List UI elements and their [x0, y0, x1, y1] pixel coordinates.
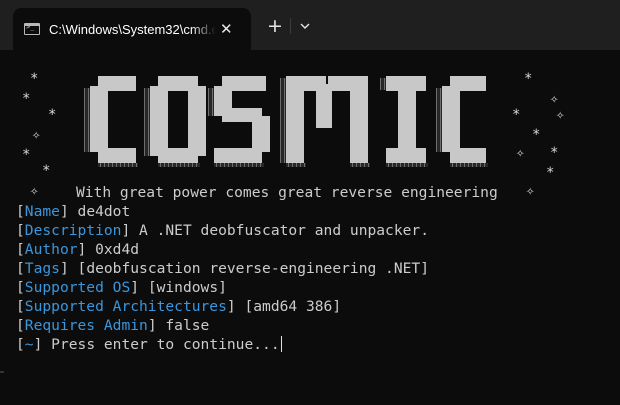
star-icon: * — [550, 145, 559, 161]
info-value: [windows] — [139, 279, 227, 296]
info-line-author: [Author] 0xd4d — [16, 241, 140, 258]
sparkle-icon: ✧ — [32, 127, 41, 143]
star-icon: * — [532, 127, 541, 143]
star-icon: * — [22, 147, 31, 163]
info-value: de4dot — [68, 203, 131, 220]
info-value: A .NET deobfuscator and unpacker. — [130, 222, 429, 239]
star-icon: * — [22, 91, 31, 107]
info-line-architectures: [Supported Architectures] [amd64 386] — [16, 298, 342, 315]
continue-prompt[interactable]: [~] Press enter to continue... — [16, 335, 282, 354]
info-key: Supported Architectures — [24, 298, 227, 315]
info-value: [amd64 386] — [235, 298, 342, 315]
info-line-supported-os: [Supported OS] [windows] — [16, 279, 227, 296]
info-key: Supported OS — [24, 279, 131, 296]
info-value: [deobfuscation reverse-engineering .NET] — [68, 260, 429, 277]
info-line-tags: [Tags] [deobfuscation reverse-engineerin… — [16, 260, 429, 277]
star-icon: * — [546, 165, 555, 181]
sparkle-icon: ✧ — [526, 183, 535, 199]
sparkle-icon: ✧ — [550, 91, 559, 107]
info-key: Description — [24, 222, 122, 239]
prompt-key: ~ — [24, 336, 34, 353]
info-value: false — [156, 317, 210, 334]
left-edge-marker — [0, 371, 4, 373]
star-icon: * — [48, 107, 57, 123]
sparkle-icon: ✧ — [516, 145, 525, 161]
info-line-requires-admin: [Requires Admin] false — [16, 317, 210, 334]
info-value: 0xd4d — [86, 241, 140, 258]
star-icon: * — [30, 71, 39, 87]
info-line-name: [Name] de4dot — [16, 203, 131, 220]
info-line-description: [Description] A .NET deobfuscator and un… — [16, 222, 429, 239]
info-key: Author — [24, 241, 78, 258]
tagline: With great power comes great reverse eng… — [76, 184, 498, 201]
starfield: * * * ✧ * * ✧ * ✧ * ✧ * ✧ * * ✧ — [0, 0, 620, 210]
prompt-text: Press enter to continue... — [42, 336, 280, 353]
text-cursor — [280, 336, 282, 352]
star-icon: * — [42, 163, 51, 179]
sparkle-icon: ✧ — [30, 183, 39, 199]
info-key: Name — [24, 203, 60, 220]
info-key: Tags — [24, 260, 60, 277]
star-icon: * — [512, 107, 521, 123]
star-icon: * — [524, 71, 533, 87]
info-key: Requires Admin — [24, 317, 148, 334]
sparkle-icon: ✧ — [556, 107, 565, 123]
